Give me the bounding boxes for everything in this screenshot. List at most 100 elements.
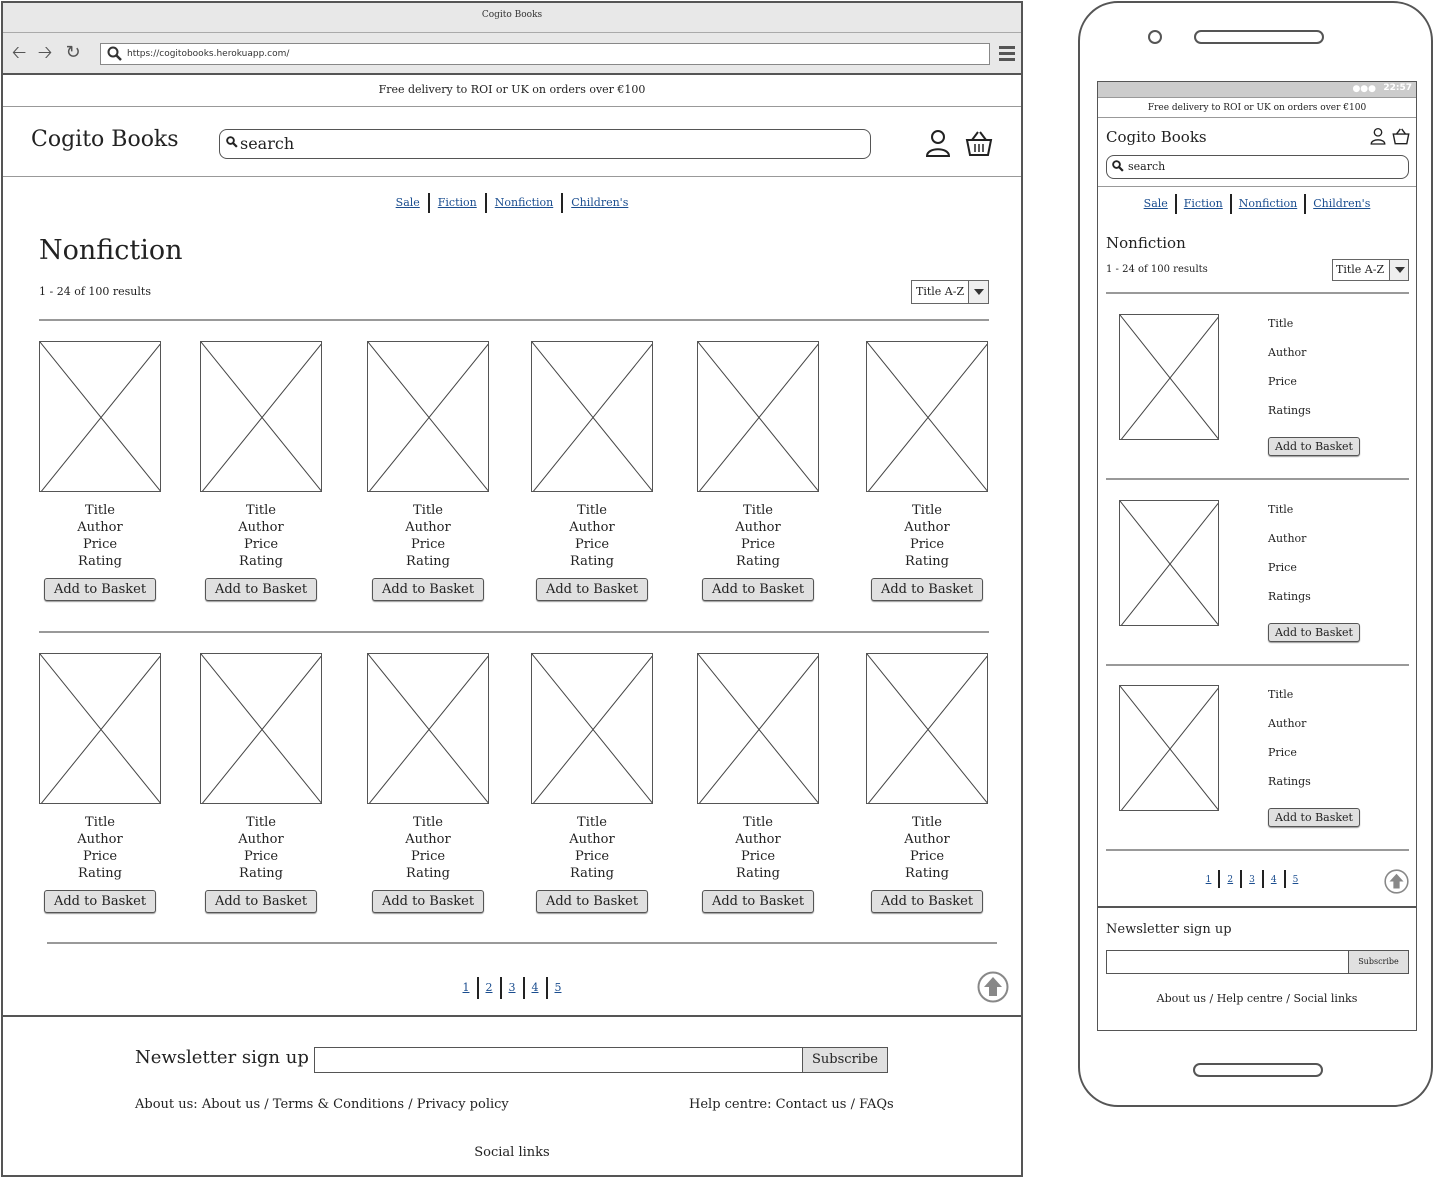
nav-link-sale[interactable]: Sale xyxy=(388,193,428,213)
newsletter-email-input[interactable] xyxy=(1106,950,1350,974)
results-count: 1 - 24 of 100 results xyxy=(1106,264,1208,275)
page-link-2[interactable]: 2 xyxy=(1220,871,1240,889)
add-to-basket-button[interactable]: Add to Basket xyxy=(1268,808,1360,827)
reload-icon[interactable]: ↻ xyxy=(63,43,83,63)
subscribe-button[interactable]: Subscribe xyxy=(802,1047,888,1073)
add-to-basket-button[interactable]: Add to Basket xyxy=(371,890,485,913)
footer-help-links[interactable]: Help centre: Contact us / FAQs xyxy=(689,1097,894,1112)
product-title: Title xyxy=(743,503,773,518)
sort-value: Title A-Z xyxy=(916,285,965,298)
add-to-basket-button[interactable]: Add to Basket xyxy=(1268,623,1360,642)
forward-arrow-icon[interactable]: 🡢 xyxy=(35,43,55,63)
book-cover-placeholder[interactable] xyxy=(531,653,653,804)
product-card: Title Author Price Rating Add to Basket xyxy=(199,653,323,913)
product-price: Price xyxy=(740,537,776,552)
add-to-basket-button[interactable]: Add to Basket xyxy=(870,578,984,601)
book-cover-placeholder[interactable] xyxy=(39,653,161,804)
search-input[interactable]: search xyxy=(219,129,871,159)
nav-link-fiction[interactable]: Fiction xyxy=(430,193,485,213)
nav-link-childrens[interactable]: Children's xyxy=(1306,194,1377,214)
book-cover-placeholder[interactable] xyxy=(39,341,161,492)
add-to-basket-button[interactable]: Add to Basket xyxy=(535,578,649,601)
newsletter-email-input[interactable] xyxy=(314,1047,804,1073)
nav-link-childrens[interactable]: Children's xyxy=(563,193,636,213)
book-cover-placeholder[interactable] xyxy=(866,653,988,804)
add-to-basket-button[interactable]: Add to Basket xyxy=(43,578,157,601)
category-nav: Sale Fiction Nonfiction Children's xyxy=(1098,194,1416,214)
product-card: Title Author Price Rating Add to Basket xyxy=(366,653,490,913)
product-price: Price xyxy=(82,537,118,552)
footer-about-links[interactable]: About us: About us / Terms & Conditions … xyxy=(135,1097,509,1112)
search-input[interactable]: search xyxy=(1106,155,1409,179)
back-to-top-icon[interactable] xyxy=(977,971,1009,1003)
back-arrow-icon[interactable]: 🡠 xyxy=(9,43,29,63)
page-link-1[interactable]: 1 xyxy=(456,977,477,999)
subscribe-button[interactable]: Subscribe xyxy=(1348,950,1409,974)
account-icon[interactable] xyxy=(925,129,951,157)
sort-select[interactable]: Title A-Z xyxy=(1332,259,1409,281)
add-to-basket-button[interactable]: Add to Basket xyxy=(870,890,984,913)
book-cover-placeholder[interactable] xyxy=(367,653,489,804)
book-cover-placeholder[interactable] xyxy=(200,653,322,804)
page-link-3[interactable]: 3 xyxy=(502,977,523,999)
site-logo[interactable]: Cogito Books xyxy=(31,127,179,152)
product-rating: Rating xyxy=(905,554,949,569)
nav-link-nonfiction[interactable]: Nonfiction xyxy=(1232,194,1304,214)
book-cover-placeholder[interactable] xyxy=(1119,500,1219,626)
window-title: Cogito Books xyxy=(3,3,1021,33)
divider xyxy=(47,942,997,944)
hamburger-menu-icon[interactable] xyxy=(999,46,1015,62)
product-title: Title xyxy=(912,503,942,518)
add-to-basket-button[interactable]: Add to Basket xyxy=(701,890,815,913)
site-logo[interactable]: Cogito Books xyxy=(1106,128,1207,146)
camera-icon xyxy=(1148,30,1162,44)
basket-icon[interactable] xyxy=(965,129,993,157)
account-icon[interactable] xyxy=(1370,127,1386,145)
book-cover-placeholder[interactable] xyxy=(866,341,988,492)
product-card: Title Author Price Rating Add to Basket xyxy=(865,341,989,601)
product-author: Author xyxy=(238,832,284,847)
nav-link-nonfiction[interactable]: Nonfiction xyxy=(487,193,561,213)
product-author: Author xyxy=(405,520,451,535)
sort-select[interactable]: Title A-Z xyxy=(911,280,989,304)
book-cover-placeholder[interactable] xyxy=(531,341,653,492)
page-link-5[interactable]: 5 xyxy=(548,977,569,999)
product-author: Author xyxy=(569,520,615,535)
book-cover-placeholder[interactable] xyxy=(200,341,322,492)
product-author: Author xyxy=(1268,717,1307,730)
page-link-4[interactable]: 4 xyxy=(1264,871,1284,889)
divider xyxy=(1106,664,1409,666)
book-cover-placeholder[interactable] xyxy=(1119,314,1219,440)
nav-link-fiction[interactable]: Fiction xyxy=(1177,194,1230,214)
add-to-basket-button[interactable]: Add to Basket xyxy=(204,578,318,601)
product-price: Price xyxy=(1268,561,1297,574)
book-cover-placeholder[interactable] xyxy=(1119,685,1219,811)
add-to-basket-button[interactable]: Add to Basket xyxy=(43,890,157,913)
page-link-2[interactable]: 2 xyxy=(479,977,500,999)
add-to-basket-button[interactable]: Add to Basket xyxy=(535,890,649,913)
add-to-basket-button[interactable]: Add to Basket xyxy=(701,578,815,601)
footer-links[interactable]: About us / Help centre / Social links xyxy=(1098,992,1416,1005)
product-author: Author xyxy=(735,520,781,535)
nav-link-sale[interactable]: Sale xyxy=(1137,194,1175,214)
product-author: Author xyxy=(1268,532,1307,545)
category-nav: Sale Fiction Nonfiction Children's xyxy=(3,193,1021,213)
add-to-basket-button[interactable]: Add to Basket xyxy=(371,578,485,601)
basket-icon[interactable] xyxy=(1392,127,1410,145)
page-link-3[interactable]: 3 xyxy=(1242,871,1262,889)
book-cover-placeholder[interactable] xyxy=(697,653,819,804)
page-link-1[interactable]: 1 xyxy=(1199,871,1219,889)
page-link-5[interactable]: 5 xyxy=(1286,871,1306,889)
divider xyxy=(1106,292,1409,294)
product-title: Title xyxy=(85,815,115,830)
add-to-basket-button[interactable]: Add to Basket xyxy=(1268,437,1360,456)
search-icon xyxy=(226,136,238,148)
product-rating: Rating xyxy=(406,866,450,881)
book-cover-placeholder[interactable] xyxy=(367,341,489,492)
url-field[interactable]: https://cogitobooks.herokuapp.com/ xyxy=(100,43,990,65)
add-to-basket-button[interactable]: Add to Basket xyxy=(204,890,318,913)
book-cover-placeholder[interactable] xyxy=(697,341,819,492)
footer-social-links[interactable]: Social links xyxy=(3,1145,1021,1160)
back-to-top-icon[interactable] xyxy=(1384,869,1409,894)
page-link-4[interactable]: 4 xyxy=(525,977,546,999)
